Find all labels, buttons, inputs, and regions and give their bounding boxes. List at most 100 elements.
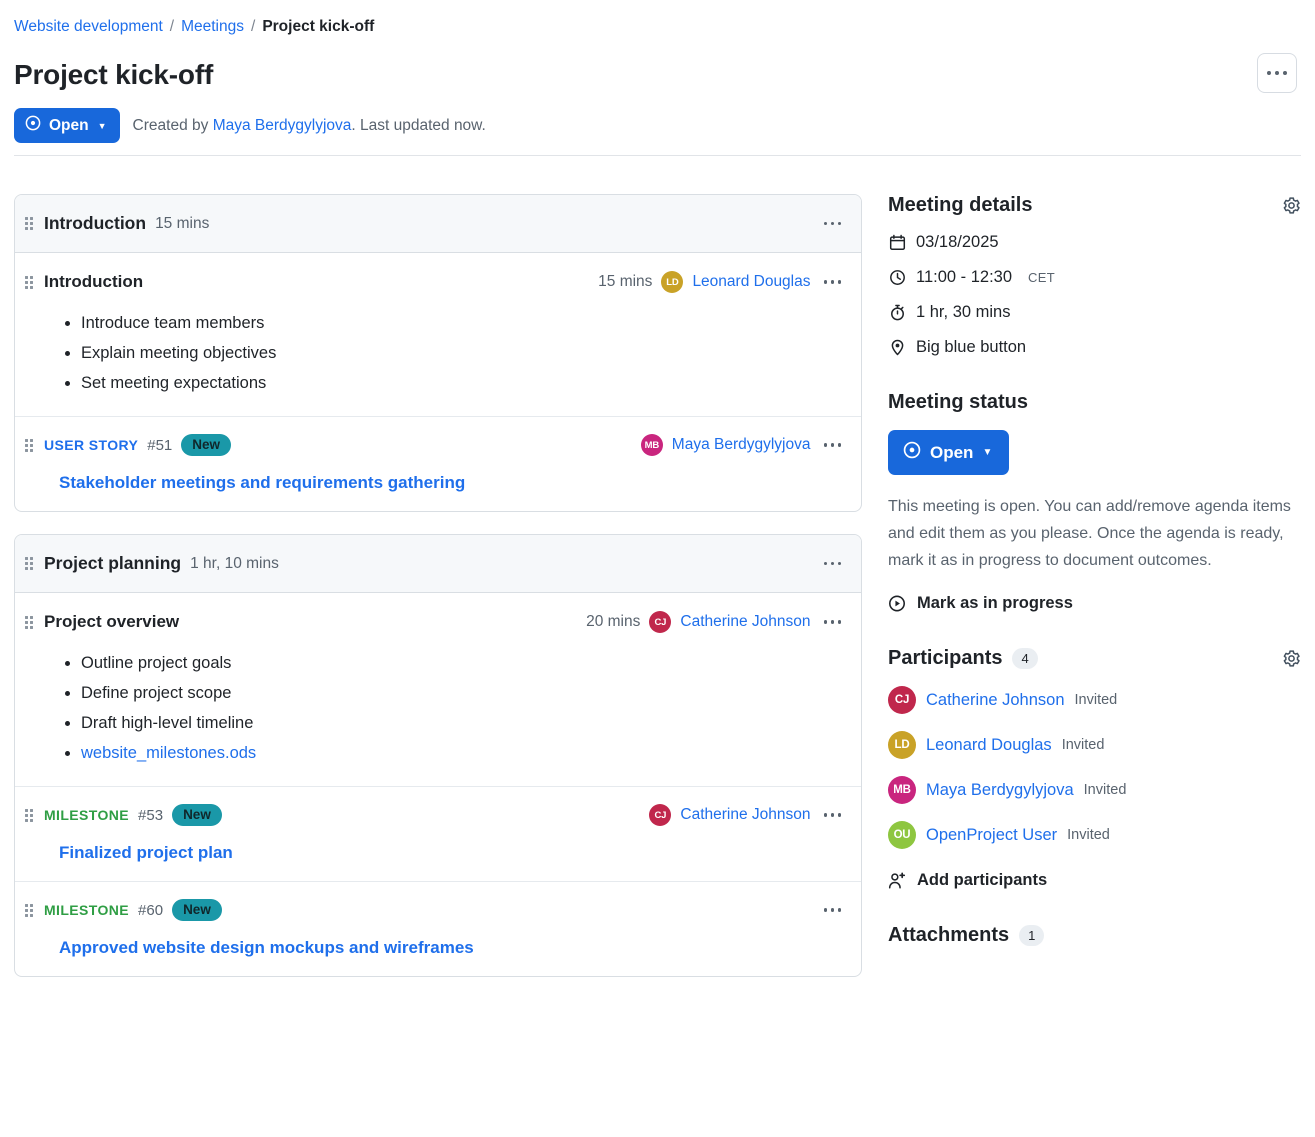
meeting-date-row: 03/18/2025 <box>888 233 1301 252</box>
meeting-sidebar: Meeting details 03/18/2025 11:00 - 12:30… <box>880 170 1315 1137</box>
avatar: MB <box>640 434 663 456</box>
agenda-item-title: Project overview <box>44 612 180 631</box>
clock-icon <box>888 269 906 287</box>
drag-dot <box>25 562 28 565</box>
participants-block: Participants 4 CJ Catherine Johnson Invite… <box>888 647 1301 890</box>
drag-handle[interactable] <box>25 438 35 452</box>
work-package-assignee[interactable]: Catherine Johnson <box>680 806 810 824</box>
agenda-item-title: Introduction <box>44 272 144 291</box>
participant-name[interactable]: OpenProject User <box>926 826 1057 845</box>
drag-dot <box>30 620 33 624</box>
add-participants-button[interactable]: Add participants <box>888 871 1301 890</box>
avatar: LD <box>888 731 916 759</box>
kebab-dot <box>823 443 827 447</box>
avatar: CJ <box>649 804 672 826</box>
gear-icon[interactable] <box>1282 196 1301 215</box>
work-package-assignee[interactable]: Maya Berdygylyjova <box>672 436 811 454</box>
item-more-actions-button[interactable] <box>820 904 846 916</box>
header-divider <box>14 155 1301 156</box>
work-package-subject[interactable]: Finalized project plan <box>59 843 845 863</box>
drag-dot <box>30 818 33 822</box>
drag-dot <box>25 280 28 284</box>
meeting-time-row: 11:00 - 12:30 CET <box>888 268 1301 287</box>
drag-handle[interactable] <box>25 217 35 230</box>
attachment-link[interactable]: website_milestones.ods <box>81 744 256 762</box>
item-more-actions-button[interactable] <box>820 558 846 570</box>
drag-dot <box>25 285 28 289</box>
kebab-dot <box>830 813 834 817</box>
drag-handle[interactable] <box>25 903 35 917</box>
work-package-header: MILESTONE #60 New <box>25 896 845 924</box>
attachments-block: Attachments 1 <box>888 924 1301 947</box>
kebab-dot <box>1275 71 1279 75</box>
item-more-actions-button[interactable] <box>820 616 846 628</box>
page-title: Project kick-off <box>14 59 214 90</box>
breadcrumb-meetings[interactable]: Meetings <box>181 16 244 38</box>
agenda-item: USER STORY #51 New MB Maya Berdygylyjova Stak… <box>15 417 861 511</box>
item-more-actions-button[interactable] <box>820 276 846 288</box>
kebab-dot <box>830 280 834 284</box>
participant-status: Invited <box>1083 782 1127 798</box>
drag-handle[interactable] <box>25 808 35 822</box>
status-badge: New <box>172 899 222 921</box>
kebab-dot <box>837 813 841 817</box>
drag-dot <box>25 908 28 912</box>
drag-dot <box>30 275 33 279</box>
participant-name[interactable]: Maya Berdygylyjova <box>926 781 1074 800</box>
note-bullet: Draft high-level timeline <box>81 708 845 738</box>
participant-row: CJ Catherine Johnson Invited <box>888 686 1301 714</box>
body-area: Introduction 15 mins Introduction 15 mins LD… <box>0 170 1315 1137</box>
work-package-header: MILESTONE #53 New CJ Catherine Johnson <box>25 801 845 829</box>
mark-as-in-progress-button[interactable]: Mark as in progress <box>888 594 1301 613</box>
drag-handle[interactable] <box>25 275 35 289</box>
drag-handle[interactable] <box>25 557 35 570</box>
work-package-subject[interactable]: Approved website design mockups and wire… <box>59 938 845 958</box>
avatar: OU <box>888 821 916 849</box>
kebab-dot <box>823 561 827 566</box>
drag-dot <box>30 562 33 565</box>
meeting-time: 11:00 - 12:30 <box>916 268 1013 286</box>
breadcrumb-project[interactable]: Website development <box>14 16 163 38</box>
note-text: Set meeting expectations <box>81 374 267 392</box>
drag-dot <box>30 557 33 560</box>
kebab-dot <box>823 280 827 284</box>
meeting-date: 03/18/2025 <box>916 233 999 251</box>
created-by-prefix: Created by <box>132 116 209 134</box>
avatar: LD <box>661 271 684 293</box>
drag-dot <box>25 813 28 817</box>
more-actions-button[interactable] <box>1257 53 1297 93</box>
drag-handle[interactable] <box>25 615 35 629</box>
agenda-section: Introduction 15 mins Introduction 15 mins LD… <box>14 194 862 512</box>
work-package-type: MILESTONE <box>44 807 130 823</box>
item-more-actions-button[interactable] <box>820 439 846 451</box>
participant-row: MB Maya Berdygylyjova Invited <box>888 776 1301 804</box>
meeting-status-button[interactable]: Open ▼ <box>14 108 120 143</box>
item-more-actions-button[interactable] <box>820 218 846 230</box>
kebab-dot <box>837 561 841 566</box>
kebab-dot <box>1267 71 1271 75</box>
created-by-user-link[interactable]: Maya Berdygylyjova <box>213 117 352 134</box>
participant-name[interactable]: Leonard Douglas <box>926 736 1052 755</box>
note-text: Draft high-level timeline <box>81 714 254 732</box>
agenda-item-duration: 15 mins <box>598 273 653 290</box>
agenda-section-duration: 1 hr, 10 mins <box>190 554 279 572</box>
sidebar-status-button[interactable]: Open ▼ <box>888 430 1010 475</box>
drag-dot <box>30 813 33 817</box>
agenda-item-presenter[interactable]: Leonard Douglas <box>692 273 810 291</box>
work-package-subject[interactable]: Stakeholder meetings and requirements ga… <box>59 473 845 493</box>
drag-dot <box>25 615 28 619</box>
location-pin-icon <box>888 339 906 357</box>
person-add-icon <box>888 872 906 890</box>
drag-dot <box>30 567 33 570</box>
drag-dot <box>25 448 28 452</box>
kebab-dot <box>823 908 827 912</box>
meeting-duration-row: 1 hr, 30 mins <box>888 303 1301 322</box>
last-updated-text: . Last updated now. <box>351 116 486 134</box>
gear-icon[interactable] <box>1282 649 1301 668</box>
status-row: Open ▼ Created by Maya Berdygylyjova. La… <box>14 108 486 143</box>
work-package-id: #53 <box>138 806 164 824</box>
drag-dot <box>30 280 33 284</box>
participant-name[interactable]: Catherine Johnson <box>926 691 1065 710</box>
item-more-actions-button[interactable] <box>820 809 846 821</box>
agenda-item-presenter[interactable]: Catherine Johnson <box>680 613 810 631</box>
